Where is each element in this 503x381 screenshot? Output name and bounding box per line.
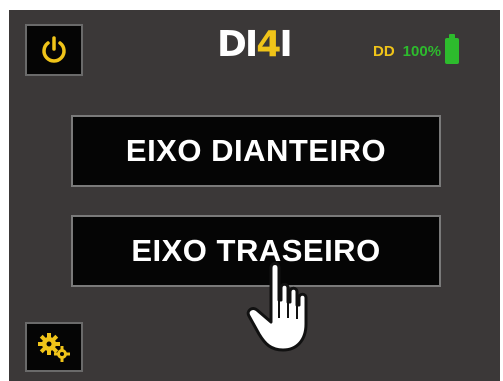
brand-logo: DI4I	[217, 24, 293, 66]
power-button[interactable]	[25, 24, 83, 76]
logo-text-end: I	[279, 24, 292, 65]
battery-percent: 100%	[402, 42, 442, 60]
logo-text-accent: 4	[256, 24, 281, 65]
drive-mode-label: DD	[373, 42, 395, 60]
settings-button[interactable]	[25, 322, 83, 372]
app-screen: DI4I DD 100% EIXO DIANTEIRO EIXO TRASEIR…	[9, 10, 500, 381]
gears-icon	[38, 333, 70, 362]
hand-pointer-icon	[246, 262, 308, 352]
battery-icon	[445, 34, 460, 64]
logo-text: DI4I	[217, 24, 293, 65]
power-icon	[42, 36, 66, 63]
front-axle-button[interactable]: EIXO DIANTEIRO	[71, 115, 441, 187]
status-bar: DD 100%	[373, 34, 460, 64]
logo-text-main: DI	[217, 24, 258, 65]
